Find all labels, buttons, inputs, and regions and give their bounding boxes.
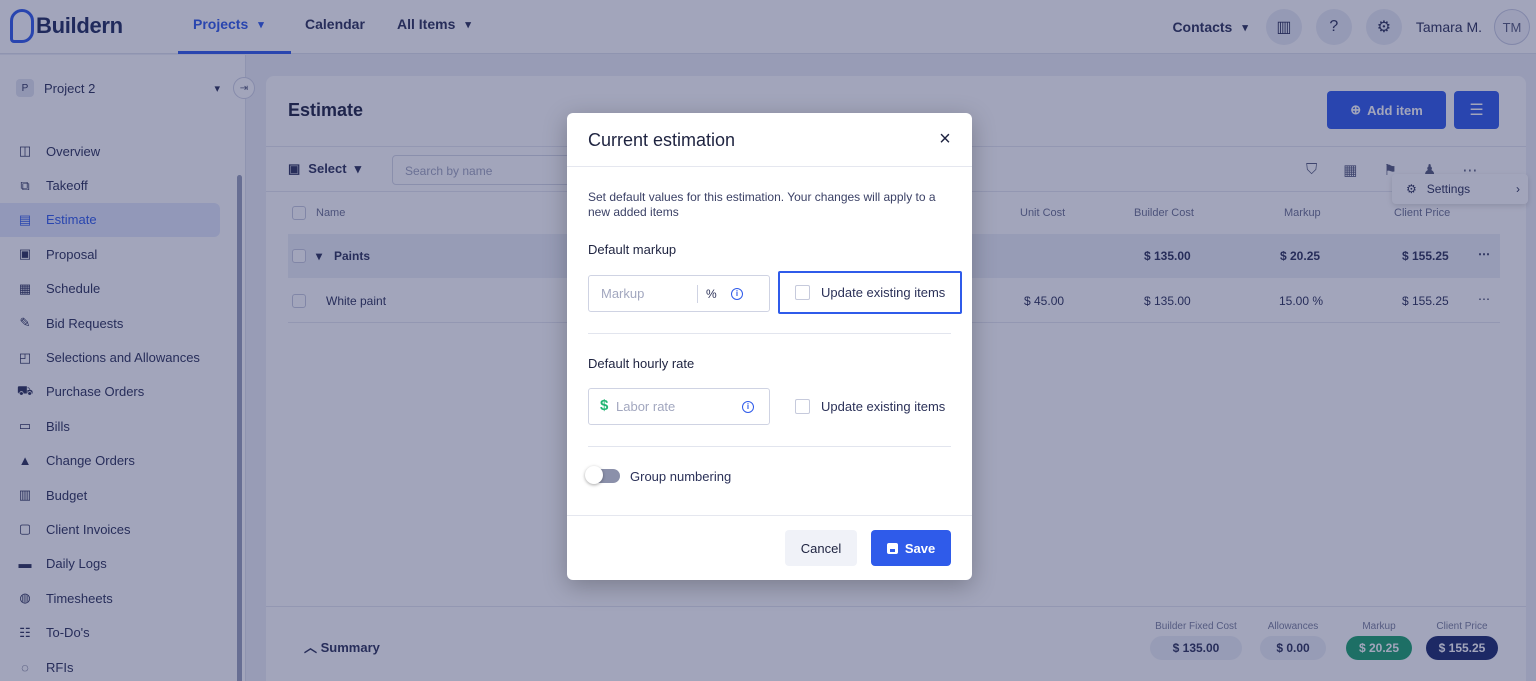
dialog-footer-divider [567, 515, 972, 516]
default-markup-label: Default markup [588, 242, 677, 257]
save-label: Save [904, 540, 936, 556]
cancel-label: Cancel [800, 540, 842, 556]
save-button[interactable]: Save [871, 530, 951, 566]
info-icon[interactable]: i [742, 401, 754, 413]
toggle-knob [585, 466, 603, 484]
labor-rate-field[interactable]: $ Labor rate i [588, 388, 770, 425]
percent-unit: % [706, 287, 717, 301]
labor-rate-placeholder: Labor rate [616, 399, 676, 414]
hourly-update-existing-checkbox[interactable]: Update existing items [795, 399, 945, 414]
field-divider [697, 285, 698, 303]
markup-update-existing-label: Update existing items [821, 285, 946, 300]
floppy-disk-icon [886, 542, 898, 554]
hourly-update-existing-label: Update existing items [821, 399, 946, 414]
group-numbering-toggle[interactable] [585, 466, 620, 484]
dialog-header: Current estimation × [567, 113, 972, 167]
close-icon[interactable]: × [934, 128, 956, 150]
dialog-description: Set default values for this estimation. … [588, 190, 936, 219]
checkbox[interactable] [795, 399, 810, 414]
default-hourly-rate-label: Default hourly rate [588, 356, 695, 371]
markup-update-existing-checkbox[interactable]: Update existing items [795, 285, 945, 300]
dialog-title: Current estimation [588, 130, 736, 150]
divider [588, 333, 951, 334]
markup-field[interactable]: Markup % i [588, 275, 770, 312]
dollar-icon: $ [600, 397, 609, 414]
divider [588, 446, 951, 447]
cancel-button[interactable]: Cancel [785, 530, 857, 566]
group-numbering-label: Group numbering [630, 469, 732, 484]
markup-placeholder: Markup [601, 286, 645, 301]
current-estimation-dialog: Current estimation × Set default values … [567, 113, 972, 580]
checkbox[interactable] [795, 285, 810, 300]
info-icon[interactable]: i [731, 288, 743, 300]
